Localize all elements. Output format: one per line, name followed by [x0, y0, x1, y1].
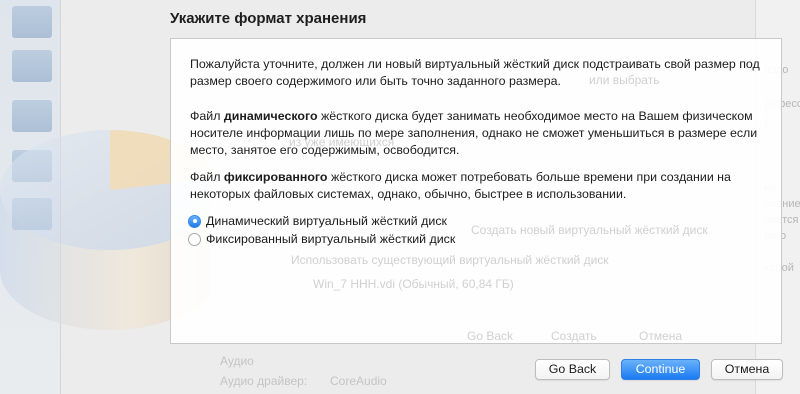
storage-format-panel: или выбрать из уже имеющихся Создать нов…: [170, 38, 782, 344]
ghost-text: Аудио: [220, 354, 254, 368]
description-bold: фиксированного: [223, 170, 328, 184]
ghost-text: Создать новый виртуальный жёсткий диск: [471, 223, 708, 237]
fixed-description: Файл фиксированного жёсткого диска может…: [190, 169, 775, 203]
radio-selected-indicator[interactable]: [188, 214, 201, 228]
ghost-text: Аудио драйвер:: [220, 374, 308, 388]
continue-button[interactable]: Continue: [621, 359, 700, 380]
dynamic-description: Файл динамического жёсткого диска будет …: [190, 108, 775, 159]
radio-dynamic-disk[interactable]: Динамический виртуальный жёсткий диск: [188, 214, 447, 228]
dialog-title: Укажите формат хранения: [170, 10, 367, 27]
ghost-text: Win_7 HHH.vdi (Обычный, 60,84 ГБ): [313, 277, 514, 291]
vm-thumbnail: [12, 6, 52, 38]
intro-paragraph: Пожалуйста уточните, должен ли новый вир…: [190, 57, 760, 88]
radio-indicator[interactable]: [188, 232, 201, 246]
ghost-text: Отмена: [639, 329, 683, 343]
ghost-text: CoreAudio: [330, 374, 387, 388]
radio-label: Фиксированный виртуальный жёсткий диск: [206, 232, 456, 246]
ghost-text: Go Back: [467, 329, 514, 343]
description-text: Файл: [190, 170, 224, 184]
cancel-button[interactable]: Отмена: [711, 359, 783, 380]
radio-fixed-disk[interactable]: Фиксированный виртуальный жёсткий диск: [188, 232, 455, 246]
go-back-button[interactable]: Go Back: [535, 359, 610, 380]
description-bold: динамического: [223, 109, 318, 123]
ghost-text: Создать: [551, 329, 597, 343]
ghost-text: Использовать существующий виртуальный жё…: [291, 253, 609, 267]
radio-label: Динамический виртуальный жёсткий диск: [206, 214, 447, 228]
description-text: Файл: [190, 109, 224, 123]
